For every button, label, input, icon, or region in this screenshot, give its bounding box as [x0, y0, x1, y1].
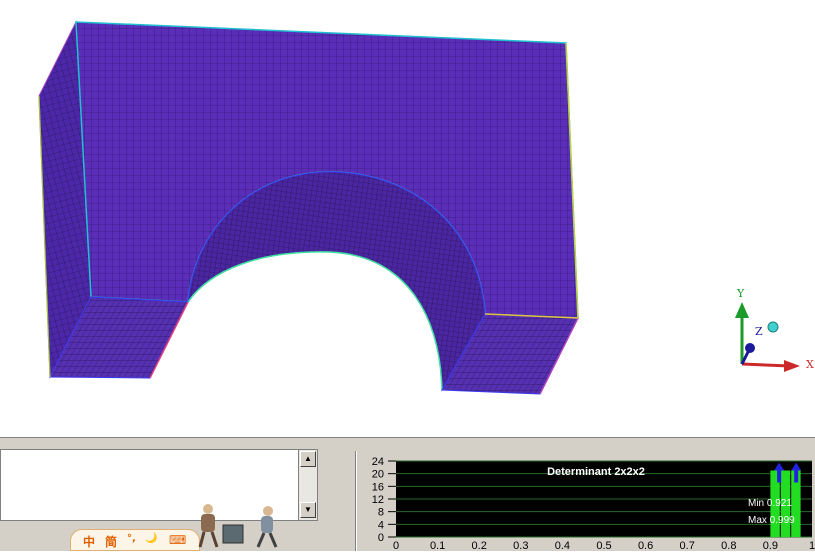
x-tick-label: 0.4 — [555, 540, 570, 551]
axis-label-z: Z — [755, 325, 763, 338]
ime-keyboard-icon[interactable]: ⌨ — [169, 533, 186, 547]
y-tick-label: 20 — [372, 469, 384, 481]
ime-punctuation[interactable]: °, — [127, 533, 136, 544]
x-tick-label: 0.2 — [472, 540, 487, 551]
panel-divider — [355, 451, 357, 551]
y-tick-label: 12 — [372, 494, 384, 506]
histogram-max-label: Max 0.999 — [748, 515, 795, 526]
histogram-marker — [777, 468, 782, 483]
mesh-front-face — [75, 21, 579, 319]
x-tick-label: 0 — [393, 540, 399, 551]
y-tick-label: 4 — [378, 519, 384, 531]
x-tick-label: 0.7 — [680, 540, 695, 551]
histogram-marker — [794, 468, 799, 483]
ime-chinese-mode[interactable]: 中 — [83, 533, 95, 550]
x-tick-label: 0.8 — [721, 540, 736, 551]
axis-triad — [735, 302, 800, 372]
x-tick-label: 0.5 — [596, 540, 611, 551]
scroll-up-button[interactable]: ▲ — [300, 451, 316, 467]
mesh-viewport[interactable]: Y Z X — [0, 0, 815, 436]
y-tick-label: 16 — [372, 481, 384, 493]
quality-histogram-panel: 0 4 8 12 16 20 24 0 0.1 0.2 0.3 0.4 0.5 0.6 0.7 0.8 0.9… — [360, 453, 815, 552]
x-tick-label: 0.6 — [638, 540, 653, 551]
axis-label-y: Y — [737, 287, 745, 300]
mesh-canvas[interactable] — [0, 0, 815, 436]
y-tick-label: 24 — [372, 456, 384, 468]
x-tick-label: 0.3 — [513, 540, 528, 551]
axis-label-x: X — [806, 358, 814, 371]
x-tick-label: 1 — [809, 540, 815, 551]
scroll-down-button[interactable]: ▼ — [300, 502, 316, 518]
histogram-title: Determinant 2x2x2 — [547, 466, 645, 478]
y-tick-label: 0 — [378, 532, 384, 544]
histogram-chart: 04812162024 0 0.1 0.2 0.3 0.4 0.5 0.6 0.7 0.8 0.9… — [372, 456, 815, 552]
histogram-min-label: Min 0.921 — [748, 498, 792, 509]
ime-moon-icon[interactable]: 🌙 — [145, 533, 157, 544]
x-tick-label: 0.9 — [763, 540, 778, 551]
bottom-panel: ▲ ▼ 中 简 °, 🌙 ⌨ 0 4 8 12 16 20 24 0 0.1 0.2 0.3 0.4… — [0, 436, 815, 552]
y-tick-label: 8 — [378, 507, 384, 519]
ime-simplified[interactable]: 简 — [105, 533, 117, 550]
x-tick-label: 0.1 — [430, 540, 445, 551]
ime-mascot-icon — [198, 504, 278, 548]
ime-toolbar[interactable]: 中 简 °, 🌙 ⌨ — [70, 529, 200, 551]
message-scrollbar[interactable]: ▲ ▼ — [298, 449, 318, 521]
